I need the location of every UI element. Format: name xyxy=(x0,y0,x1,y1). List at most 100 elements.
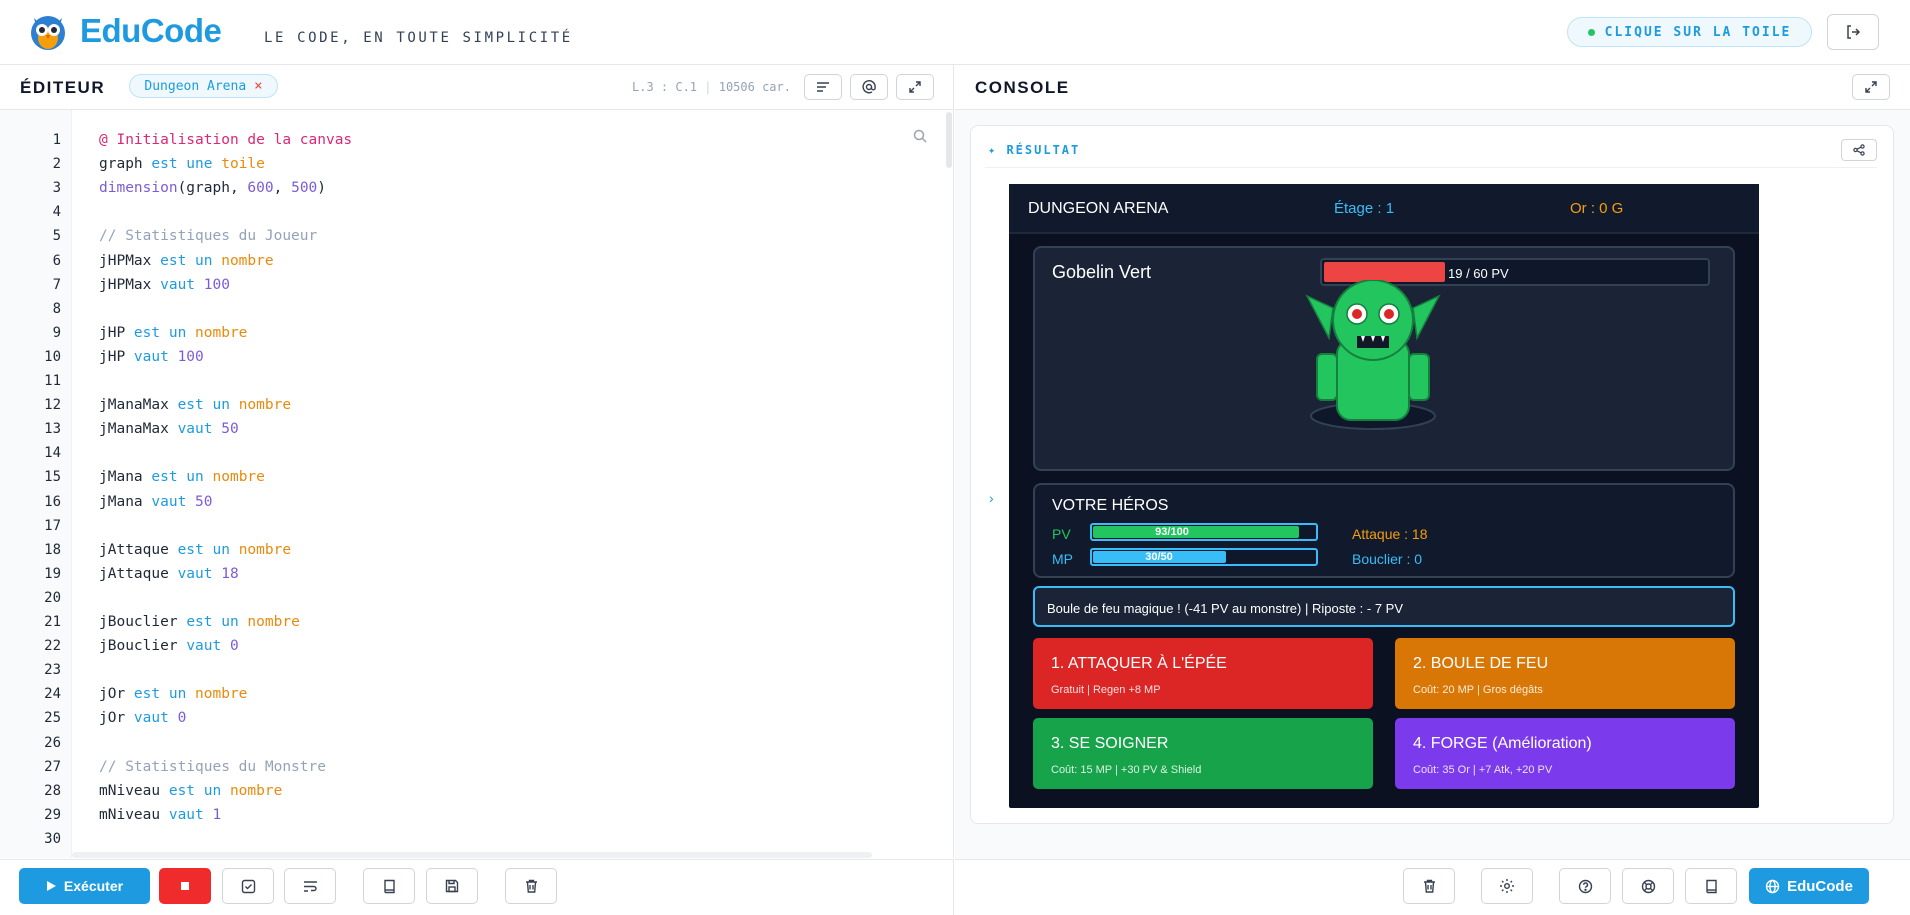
delete-code-button[interactable] xyxy=(505,868,557,904)
share-icon xyxy=(1853,144,1865,156)
code-token: 18 xyxy=(221,565,239,582)
line-number: 5 xyxy=(52,228,61,245)
file-tab-label: Dungeon Arena xyxy=(144,78,247,94)
hero-mp-bar: 30/50 xyxy=(1090,548,1318,566)
run-button[interactable]: Exécuter xyxy=(19,868,150,904)
guide-button[interactable] xyxy=(1685,868,1737,904)
code-token: 100 xyxy=(203,276,230,293)
educode-site-button[interactable]: EduCode xyxy=(1749,868,1869,904)
code-token: vaut xyxy=(168,806,213,823)
code-line: jMana vaut 50 xyxy=(99,494,213,510)
action-title: 3. SE SOIGNER xyxy=(1051,735,1169,752)
action-fireball-button[interactable]: 2. BOULE DE FEU Coût: 20 MP | Gros dégât… xyxy=(1395,638,1735,709)
wrap-button[interactable] xyxy=(284,868,336,904)
code-token: est un xyxy=(133,686,196,703)
search-icon[interactable] xyxy=(912,128,928,144)
code-token: , xyxy=(273,180,292,197)
check-button[interactable] xyxy=(222,868,274,904)
action-subtitle: Gratuit | Regen +8 MP xyxy=(1051,684,1161,696)
monster-hp-fill xyxy=(1324,262,1445,282)
vertical-scrollbar[interactable] xyxy=(946,112,952,168)
hero-title: VOTRE HÉROS xyxy=(1052,497,1169,514)
code-token: 1 xyxy=(212,806,222,823)
line-number: 6 xyxy=(52,252,61,269)
docs-button[interactable] xyxy=(363,868,415,904)
code-token: est un xyxy=(186,614,248,630)
code-token: jManaMax xyxy=(99,397,178,414)
code-line: // Statistiques du Monstre xyxy=(99,759,326,775)
code-token: nombre xyxy=(195,324,248,341)
code-token: est un xyxy=(177,541,239,558)
logout-button[interactable] xyxy=(1827,14,1879,50)
code-line: dimension(graph, 600, 500) xyxy=(99,180,326,196)
horizontal-scrollbar[interactable] xyxy=(72,852,872,858)
expand-console-button[interactable] xyxy=(1852,74,1890,100)
annotation-button[interactable] xyxy=(850,74,888,100)
expand-editor-button[interactable] xyxy=(896,74,934,100)
code-token: est un xyxy=(168,782,230,799)
code-token: vaut xyxy=(177,565,222,582)
code-line: jMana est un nombre xyxy=(99,469,265,485)
action-forge-button[interactable]: 4. FORGE (Amélioration) Coût: 35 Or | +7… xyxy=(1395,718,1735,789)
save-icon xyxy=(445,879,459,893)
code-token: jOr xyxy=(99,710,134,727)
run-button-label: Exécuter xyxy=(63,878,124,894)
code-line: graph est une toile xyxy=(99,156,265,172)
code-line: jHPMax est un nombre xyxy=(99,253,274,269)
code-line: jHPMax vaut 100 xyxy=(99,277,230,293)
brand-name: EduCode xyxy=(80,12,222,49)
close-file-icon[interactable]: × xyxy=(254,78,262,94)
format-button[interactable] xyxy=(804,74,842,100)
line-number: 26 xyxy=(44,734,61,751)
code-token: jHPMax xyxy=(99,276,161,293)
code-line: jBouclier est un nombre xyxy=(99,614,300,630)
game-canvas[interactable]: DUNGEON ARENA Étage : 1 Or : 0 G Gobelin… xyxy=(1009,184,1759,808)
code-token: nombre xyxy=(221,252,274,269)
stop-button[interactable] xyxy=(159,868,211,904)
action-title: 4. FORGE (Amélioration) xyxy=(1413,735,1592,752)
editor-header: ÉDITEUR Dungeon Arena × L.3 : C.1 | 1050… xyxy=(0,65,954,110)
line-number: 24 xyxy=(44,686,61,703)
help-button[interactable] xyxy=(1559,868,1611,904)
code-token: jOr xyxy=(99,686,134,703)
code-token: 600 xyxy=(247,180,274,197)
line-number-gutter: 1 2 3 4 5 6 7 8 9 10 11 12 13 14 15 16 17 18 19 20 21 22 23 24 2… xyxy=(0,110,72,858)
code-token: vaut xyxy=(133,348,178,365)
code-editor[interactable]: @ Initialisation de la canvas graph est u… xyxy=(72,110,954,858)
code-token: est un xyxy=(151,469,213,486)
line-number: 13 xyxy=(44,421,61,438)
line-number: 12 xyxy=(44,397,61,414)
action-heal-button[interactable]: 3. SE SOIGNER Coût: 15 MP | +30 PV & Shi… xyxy=(1033,718,1373,789)
gear-icon xyxy=(1500,879,1514,893)
stop-icon xyxy=(181,882,189,890)
support-button[interactable] xyxy=(1622,868,1674,904)
book-icon xyxy=(1705,879,1717,893)
line-number: 16 xyxy=(44,493,61,510)
top-bar: EduCode LE CODE, EN TOUTE SIMPLICITÉ CLI… xyxy=(0,0,1910,65)
line-number: 7 xyxy=(52,276,61,293)
settings-button[interactable] xyxy=(1481,868,1533,904)
code-token: jHPMax xyxy=(99,252,161,269)
share-button[interactable] xyxy=(1841,139,1877,161)
combat-log: Boule de feu magique ! (-41 PV au monstr… xyxy=(1033,586,1735,627)
code-token: toile xyxy=(221,156,265,173)
clear-console-button[interactable] xyxy=(1403,868,1455,904)
code-token: 0 xyxy=(177,710,187,727)
code-token: ) xyxy=(317,180,327,197)
code-token: 50 xyxy=(195,493,213,510)
file-tab[interactable]: Dungeon Arena × xyxy=(129,74,278,98)
chevron-right-icon[interactable]: › xyxy=(989,490,994,506)
canvas-hint-badge: CLIQUE SUR LA TOILE xyxy=(1567,17,1812,47)
code-token: vaut xyxy=(186,638,230,655)
code-line: jOr vaut 0 xyxy=(99,710,186,726)
code-line: jManaMax vaut 50 xyxy=(99,421,239,437)
canvas-hint-text: CLIQUE SUR LA TOILE xyxy=(1604,24,1792,40)
editor-title: ÉDITEUR xyxy=(20,78,106,97)
action-attack-button[interactable]: 1. ATTAQUER À L'ÉPÉE Gratuit | Regen +8 … xyxy=(1033,638,1373,709)
code-line: jHP est un nombre xyxy=(99,325,247,341)
save-button[interactable] xyxy=(426,868,478,904)
code-token: nombre xyxy=(195,686,248,703)
code-token: graph xyxy=(99,156,152,173)
code-token: nombre xyxy=(238,397,292,414)
line-number: 25 xyxy=(44,710,61,727)
